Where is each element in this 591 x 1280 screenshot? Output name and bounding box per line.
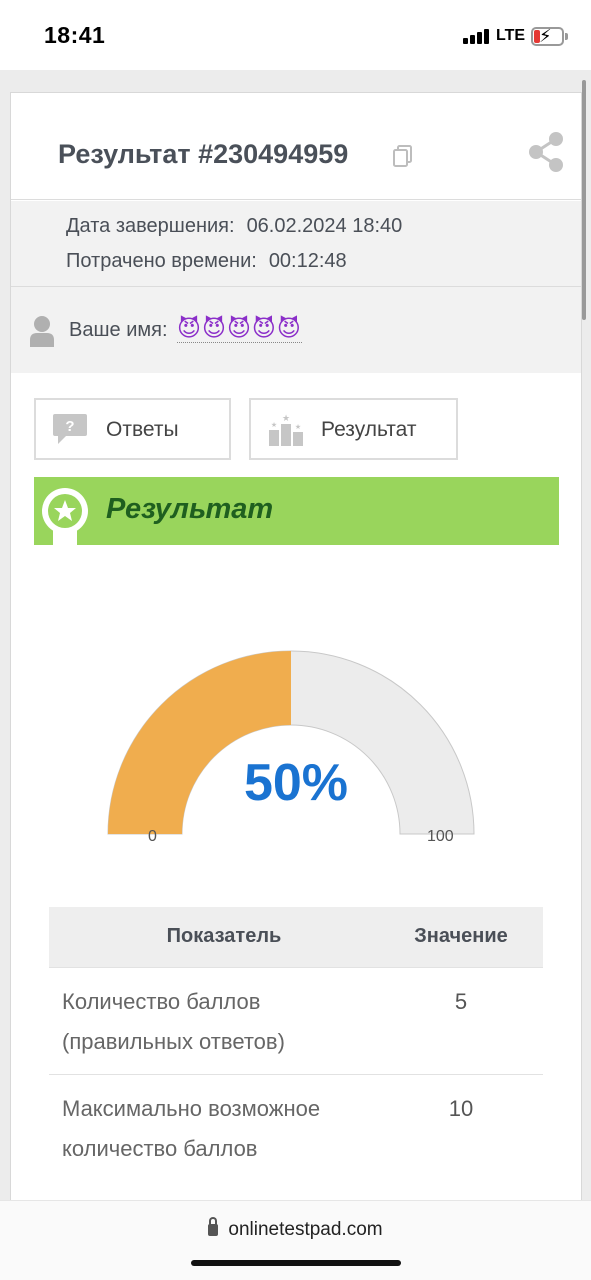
header-metric: Показатель	[49, 907, 379, 967]
scrollbar[interactable]	[582, 80, 586, 320]
lock-icon	[208, 1217, 219, 1236]
row-value: 5	[379, 966, 543, 1074]
finish-date-value: 06.02.2024 18:40	[246, 215, 403, 237]
row-value: 10	[379, 1073, 543, 1181]
table-header-row: Показатель Значение	[49, 907, 543, 967]
time-spent-value: 00:12:48	[268, 250, 347, 272]
home-indicator[interactable]	[191, 1260, 401, 1266]
svg-text:★: ★	[282, 413, 290, 423]
result-card: Результат #230494959 Дата завершения: 06.…	[10, 92, 582, 1202]
user-name-block: Ваше имя: 😈😈😈😈😈	[11, 287, 581, 373]
table-row: Количество баллов (правильных ответов) 5	[49, 966, 543, 1074]
row-metric: Максимально возможное количество баллов	[49, 1073, 379, 1181]
score-gauge	[107, 650, 475, 835]
banner-title: Результат	[106, 493, 274, 525]
time-spent-row: Потрачено времени: 00:12:48	[66, 250, 347, 273]
status-bar: 18:41 LTE ⚡	[0, 0, 591, 70]
award-icon	[42, 488, 88, 559]
browser-address-bar[interactable]: onlinetestpad.com	[0, 1200, 591, 1280]
question-bubble-icon: ?	[53, 414, 87, 444]
tab-result[interactable]: ★ ★ ★ Результат	[249, 398, 458, 460]
time-spent-label: Потрачено времени:	[66, 250, 257, 272]
charging-icon: ⚡	[539, 26, 552, 46]
podium-icon: ★ ★ ★	[269, 413, 303, 446]
gauge-min-label: 0	[148, 828, 157, 845]
tab-answers-label: Ответы	[106, 418, 179, 441]
info-block: Дата завершения: 06.02.2024 18:40 Потраче…	[11, 201, 581, 287]
name-label: Ваше имя:	[69, 319, 168, 341]
copy-icon[interactable]	[393, 145, 413, 167]
url-text[interactable]: onlinetestpad.com	[228, 1219, 382, 1240]
row-metric: Количество баллов (правильных ответов)	[49, 966, 379, 1074]
finish-date-label: Дата завершения:	[66, 215, 235, 237]
stats-table: Показатель Значение Количество баллов (п…	[49, 907, 543, 1181]
tab-result-label: Результат	[321, 418, 417, 441]
network-label: LTE	[496, 27, 526, 44]
result-header: Результат #230494959	[11, 93, 581, 200]
gauge-max-label: 100	[427, 828, 454, 845]
result-title: Результат #230494959	[58, 139, 349, 169]
finish-date-row: Дата завершения: 06.02.2024 18:40	[66, 215, 402, 238]
gauge-percent: 50%	[243, 754, 349, 812]
svg-text:★: ★	[295, 423, 301, 431]
svg-text:★: ★	[271, 421, 277, 429]
result-banner: Результат	[34, 477, 559, 559]
table-row: Максимально возможное количество баллов …	[49, 1073, 543, 1181]
user-icon	[30, 316, 54, 347]
clock: 18:41	[44, 22, 106, 48]
svg-text:?: ?	[65, 418, 74, 435]
signal-icon	[463, 28, 491, 44]
tab-answers[interactable]: ? Ответы	[34, 398, 231, 460]
share-icon[interactable]	[527, 131, 565, 173]
header-value: Значение	[379, 907, 543, 967]
name-value: 😈😈😈😈😈	[177, 315, 302, 343]
